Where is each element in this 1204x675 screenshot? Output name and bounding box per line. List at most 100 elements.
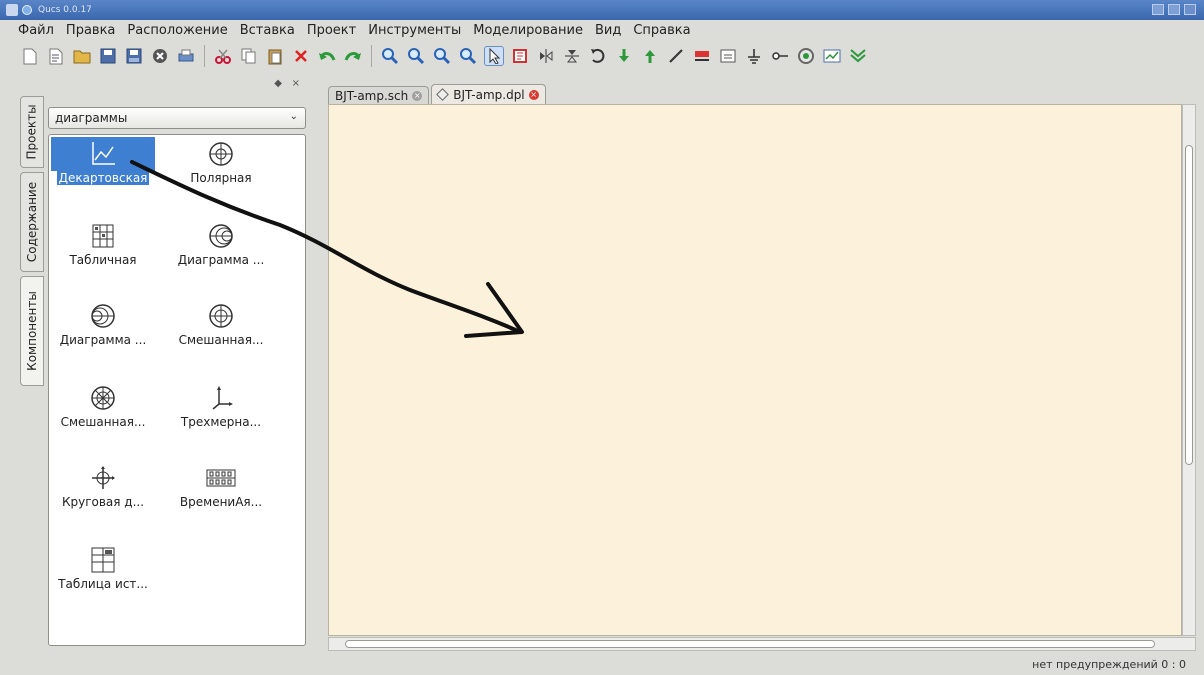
admittance-chart-icon bbox=[89, 299, 117, 333]
component-item-admittance[interactable]: Диаграмма ... bbox=[51, 299, 155, 355]
3d-cartesian-icon bbox=[207, 381, 235, 415]
menu-help[interactable]: Справка bbox=[633, 23, 690, 38]
set-marker-icon[interactable] bbox=[848, 46, 868, 66]
app-logo-icon bbox=[22, 5, 32, 15]
rotate-icon[interactable] bbox=[588, 46, 608, 66]
component-item-polar-smith[interactable]: Смешанная... bbox=[169, 299, 273, 355]
title-bar: Qucs 0.0.17 bbox=[0, 0, 1204, 20]
menu-simulation[interactable]: Моделирование bbox=[473, 23, 583, 38]
open-folder-icon[interactable] bbox=[72, 46, 92, 66]
tab-components[interactable]: Компоненты bbox=[20, 276, 44, 386]
simulate-icon[interactable] bbox=[796, 46, 816, 66]
component-item-smith-polar[interactable]: Смешанная... bbox=[51, 381, 155, 437]
smith-chart-icon bbox=[207, 219, 235, 253]
enter-subcircuit-icon[interactable] bbox=[614, 46, 634, 66]
save-icon[interactable] bbox=[98, 46, 118, 66]
menu-insert[interactable]: Вставка bbox=[240, 23, 295, 38]
component-item-locus[interactable]: Круговая д... bbox=[51, 461, 155, 517]
document-tab-bar: BJT-amp.sch × BJT-amp.dpl × bbox=[328, 82, 548, 104]
copy-icon[interactable] bbox=[239, 46, 259, 66]
smith-polar-icon bbox=[89, 381, 117, 415]
tab-projects-label: Проекты bbox=[25, 104, 40, 160]
zoom-reset-icon[interactable] bbox=[458, 46, 478, 66]
cut-icon[interactable] bbox=[213, 46, 233, 66]
save-all-icon[interactable] bbox=[124, 46, 144, 66]
truth-table-icon bbox=[90, 543, 116, 577]
horizontal-scrollbar[interactable] bbox=[328, 637, 1196, 651]
minimize-button[interactable] bbox=[1152, 4, 1164, 15]
paste-icon[interactable] bbox=[265, 46, 285, 66]
toolbar-separator bbox=[371, 45, 372, 67]
zoom-out-icon[interactable] bbox=[406, 46, 426, 66]
redo-icon[interactable] bbox=[343, 46, 363, 66]
window-title: Qucs 0.0.17 bbox=[38, 5, 92, 15]
app-icon bbox=[6, 4, 18, 16]
new-document-icon[interactable] bbox=[20, 46, 40, 66]
undo-icon[interactable] bbox=[317, 46, 337, 66]
port-icon[interactable] bbox=[770, 46, 790, 66]
component-item-smith[interactable]: Диаграмма ... bbox=[169, 219, 273, 275]
print-icon[interactable] bbox=[176, 46, 196, 66]
zoom-in-icon[interactable] bbox=[380, 46, 400, 66]
tab-bjt-amp-sch[interactable]: BJT-amp.sch × bbox=[328, 86, 430, 104]
menu-project[interactable]: Проект bbox=[307, 23, 356, 38]
edit-activate-icon[interactable] bbox=[510, 46, 530, 66]
ground-icon[interactable] bbox=[744, 46, 764, 66]
equation-icon[interactable] bbox=[718, 46, 738, 66]
component-category-select[interactable]: диаграммы ⌄ bbox=[48, 107, 306, 129]
document-icon bbox=[436, 88, 450, 101]
component-item-truth-table[interactable]: Таблица ист... bbox=[51, 543, 155, 599]
zoom-fit-icon[interactable] bbox=[432, 46, 452, 66]
mirror-y-icon[interactable] bbox=[562, 46, 582, 66]
view-data-display-icon[interactable] bbox=[822, 46, 842, 66]
close-document-icon[interactable] bbox=[150, 46, 170, 66]
menu-edit[interactable]: Правка bbox=[66, 23, 115, 38]
status-text: нет предупреждений 0 : 0 bbox=[1032, 658, 1186, 671]
close-tab-icon[interactable]: × bbox=[412, 90, 423, 101]
chevron-down-icon: ⌄ bbox=[289, 111, 298, 122]
tab-content-label: Содержание bbox=[25, 181, 39, 263]
maximize-button[interactable] bbox=[1168, 4, 1180, 15]
menu-file[interactable]: Файл bbox=[18, 23, 54, 38]
polar-smith-icon bbox=[207, 299, 235, 333]
select-pointer-icon[interactable] bbox=[484, 46, 504, 66]
scrollbar-thumb[interactable] bbox=[1185, 145, 1193, 465]
polar-diagram-icon bbox=[207, 137, 235, 171]
component-item-timing[interactable]: ВремениАя... bbox=[169, 461, 273, 517]
leave-subcircuit-icon[interactable] bbox=[640, 46, 660, 66]
component-item-tabular[interactable]: Табличная bbox=[51, 219, 155, 275]
schematic-canvas[interactable] bbox=[328, 104, 1182, 636]
close-window-button[interactable] bbox=[1184, 4, 1196, 15]
tab-label: BJT-amp.dpl bbox=[453, 87, 525, 102]
dock-header: ◆ × bbox=[46, 78, 314, 92]
dock-float-button[interactable]: ◆ bbox=[274, 78, 282, 89]
tab-label: BJT-amp.sch bbox=[335, 88, 409, 103]
locus-curve-icon bbox=[89, 461, 117, 495]
new-text-icon[interactable] bbox=[46, 46, 66, 66]
dock-close-button[interactable]: × bbox=[292, 78, 300, 89]
wire-icon[interactable] bbox=[666, 46, 686, 66]
cartesian-diagram-icon bbox=[51, 137, 155, 171]
menu-positioning[interactable]: Расположение bbox=[127, 23, 227, 38]
menu-tools[interactable]: Инструменты bbox=[368, 23, 461, 38]
component-item-3d[interactable]: Трехмерна... bbox=[169, 381, 273, 437]
toolbar bbox=[0, 40, 1204, 72]
tab-content[interactable]: Содержание bbox=[20, 172, 44, 272]
mirror-x-icon[interactable] bbox=[536, 46, 556, 66]
close-tab-icon[interactable]: × bbox=[528, 89, 539, 100]
delete-icon[interactable] bbox=[291, 46, 311, 66]
menu-view[interactable]: Вид bbox=[595, 23, 621, 38]
menu-bar: Файл Правка Расположение Вставка Проект … bbox=[0, 20, 1204, 40]
wire-label-icon[interactable] bbox=[692, 46, 712, 66]
timing-diagram-icon bbox=[206, 461, 236, 495]
toolbar-separator bbox=[204, 45, 205, 67]
tab-projects[interactable]: Проекты bbox=[20, 96, 44, 168]
vertical-scrollbar[interactable] bbox=[1182, 104, 1196, 636]
tabular-diagram-icon bbox=[91, 219, 115, 253]
component-palette: Декартовская Полярная Табличная Диаграмм… bbox=[48, 134, 306, 646]
scrollbar-thumb[interactable] bbox=[345, 640, 1155, 648]
category-value: диаграммы bbox=[55, 111, 128, 125]
tab-bjt-amp-dpl[interactable]: BJT-amp.dpl × bbox=[431, 84, 546, 104]
component-item-polar[interactable]: Полярная bbox=[169, 137, 273, 193]
component-item-cartesian[interactable]: Декартовская bbox=[51, 137, 155, 193]
